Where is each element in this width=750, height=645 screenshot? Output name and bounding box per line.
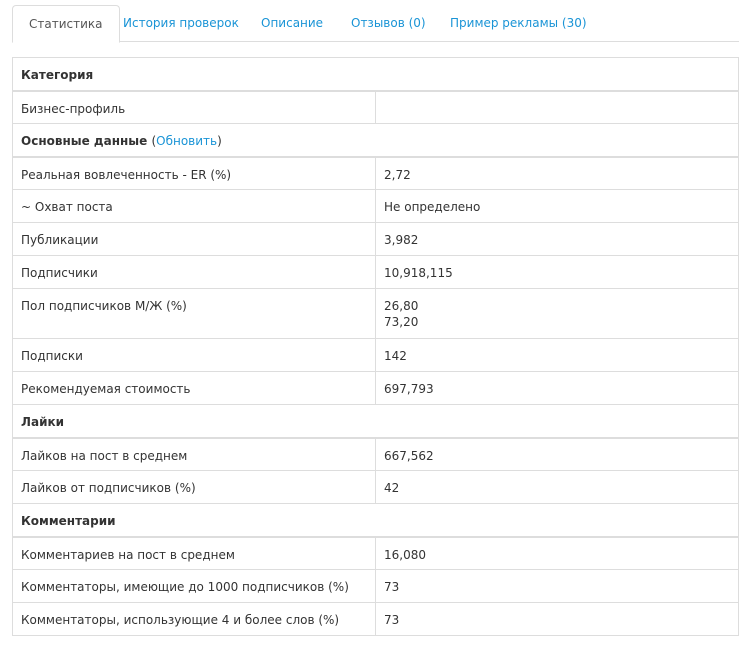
statistics-table: Категория Бизнес-профиль Основные данные… [12, 57, 739, 636]
section-title: Основные данные [21, 134, 148, 148]
female-percent: 73,20 [384, 315, 419, 329]
male-percent: 26,80 [384, 299, 419, 313]
section-title: Категория [12, 57, 739, 92]
tab-description[interactable]: Описание [245, 5, 339, 42]
row-label: Лайков на пост в среднем [12, 437, 376, 471]
section-likes: Лайки [12, 404, 739, 439]
section-comments: Комментарии [12, 503, 739, 538]
table-row: ~ Охват поста Не определено [12, 189, 739, 223]
row-value: 16,080 [375, 536, 739, 570]
table-row: Бизнес-профиль [12, 90, 739, 124]
table-row: Пол подписчиков М/Ж (%) 26,80 73,20 [12, 288, 739, 339]
row-label: Публикации [12, 222, 376, 256]
section-main-data: Основные данные (Обновить) [12, 123, 739, 158]
table-row: Публикации 3,982 [12, 222, 739, 256]
row-label: Комментаторы, имеющие до 1000 подписчико… [12, 569, 376, 603]
table-row: Подписки 142 [12, 338, 739, 372]
row-label: Комментаторы, использующие 4 и более сло… [12, 602, 376, 636]
row-label: Реальная вовлеченность - ER (%) [12, 156, 376, 190]
table-row: Комментаторы, имеющие до 1000 подписчико… [12, 569, 739, 603]
section-title-cell: Основные данные (Обновить) [12, 123, 739, 158]
row-label: Подписчики [12, 255, 376, 289]
row-value: 42 [375, 470, 739, 504]
refresh-link[interactable]: Обновить [156, 134, 217, 148]
row-label: Подписки [12, 338, 376, 372]
row-label: Рекомендуемая стоимость [12, 371, 376, 405]
row-label: Бизнес-профиль [12, 90, 376, 124]
table-row: Комментариев на пост в среднем 16,080 [12, 536, 739, 570]
row-value: Не определено [375, 189, 739, 223]
tab-reviews[interactable]: Отзывов (0) [335, 5, 442, 42]
table-row: Реальная вовлеченность - ER (%) 2,72 [12, 156, 739, 190]
table-row: Рекомендуемая стоимость 697,793 [12, 371, 739, 405]
row-value: 10,918,115 [375, 255, 739, 289]
row-value: 667,562 [375, 437, 739, 471]
row-value [375, 90, 739, 124]
row-value: 142 [375, 338, 739, 372]
row-value: 73 [375, 569, 739, 603]
paren-close: ) [217, 134, 222, 148]
tab-check-history[interactable]: История проверок [107, 5, 255, 42]
row-value: 73 [375, 602, 739, 636]
table-row: Комментаторы, использующие 4 и более сло… [12, 602, 739, 636]
tab-statistics[interactable]: Статистика [12, 5, 120, 43]
row-value: 2,72 [375, 156, 739, 190]
tab-bar: Статистика История проверок Описание Отз… [12, 0, 739, 43]
row-label: Комментариев на пост в среднем [12, 536, 376, 570]
section-title: Лайки [12, 404, 739, 439]
section-title: Комментарии [12, 503, 739, 538]
table-row: Лайков от подписчиков (%) 42 [12, 470, 739, 504]
table-row: Подписчики 10,918,115 [12, 255, 739, 289]
row-value: 697,793 [375, 371, 739, 405]
row-label: ~ Охват поста [12, 189, 376, 223]
section-category: Категория [12, 57, 739, 92]
row-label: Пол подписчиков М/Ж (%) [12, 288, 376, 339]
tab-ad-examples[interactable]: Пример рекламы (30) [434, 5, 603, 42]
table-row: Лайков на пост в среднем 667,562 [12, 437, 739, 471]
row-value: 26,80 73,20 [375, 288, 739, 339]
row-value: 3,982 [375, 222, 739, 256]
row-label: Лайков от подписчиков (%) [12, 470, 376, 504]
